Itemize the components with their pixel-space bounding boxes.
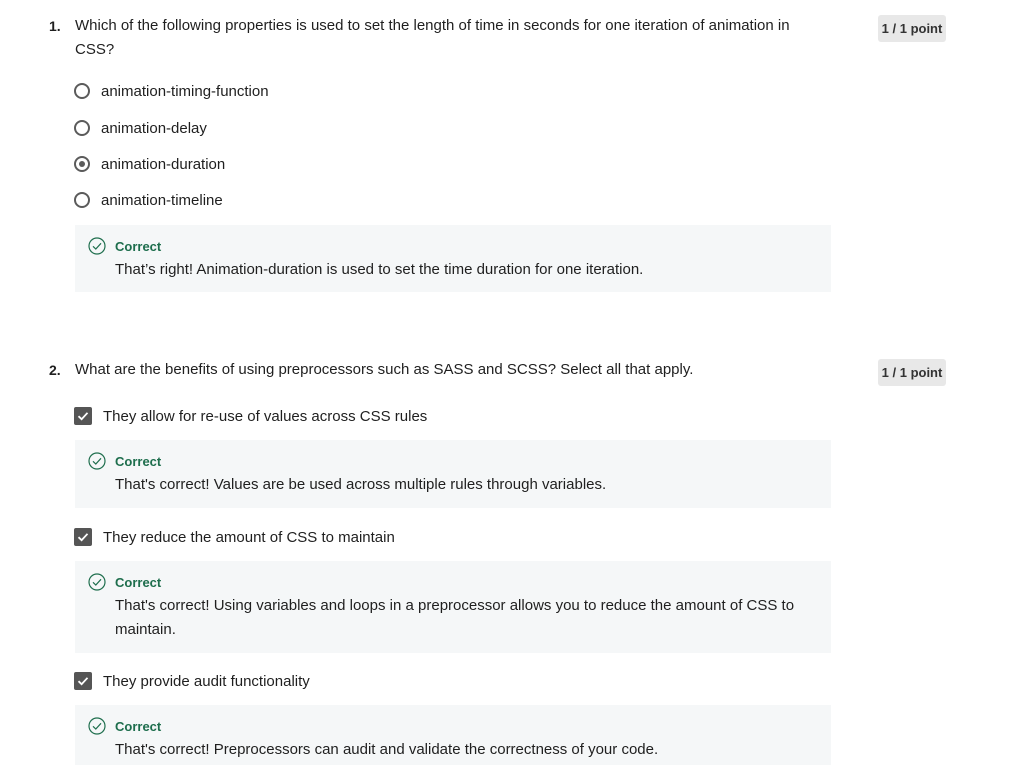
feedback-text: That's correct! Using variables and loop… bbox=[115, 597, 795, 638]
checkmark-icon bbox=[77, 412, 89, 421]
radio-option[interactable]: animation-timing-function bbox=[74, 80, 269, 102]
question-text: Which of the following properties is use… bbox=[75, 17, 790, 58]
checkmark-icon bbox=[77, 533, 89, 542]
question-text: What are the benefits of using preproces… bbox=[75, 361, 694, 378]
feedback-text: That’s right! Animation-duration is used… bbox=[115, 261, 644, 278]
option-label: animation-timing-function bbox=[101, 82, 269, 100]
check-circle-icon bbox=[88, 573, 106, 591]
checkbox-checked[interactable] bbox=[74, 528, 92, 546]
check-circle-icon bbox=[88, 237, 106, 255]
feedback-title: Correct bbox=[115, 575, 162, 590]
question-number: 1. bbox=[49, 18, 61, 34]
option-label: animation-duration bbox=[101, 155, 226, 173]
checkbox-option[interactable]: They reduce the amount of CSS to maintai… bbox=[74, 526, 395, 548]
feedback-panel: Correct That's correct! Values are be us… bbox=[75, 440, 831, 508]
checkbox-option[interactable]: They allow for re-use of values across C… bbox=[74, 405, 427, 427]
radio-button-selected[interactable] bbox=[74, 156, 90, 172]
option-label: They provide audit functionality bbox=[103, 672, 310, 690]
option-label: They reduce the amount of CSS to maintai… bbox=[103, 528, 395, 546]
radio-button[interactable] bbox=[74, 192, 90, 208]
option-label: animation-timeline bbox=[101, 191, 223, 209]
feedback-panel: Correct That’s right! Animation-duration… bbox=[75, 225, 831, 292]
feedback-title: Correct bbox=[115, 239, 162, 254]
points-badge: 1 / 1 point bbox=[878, 15, 946, 42]
feedback-text: That's correct! Values are be used acros… bbox=[115, 476, 607, 493]
question-number: 2. bbox=[49, 362, 61, 378]
feedback-title: Correct bbox=[115, 454, 162, 469]
check-circle-icon bbox=[88, 452, 106, 470]
feedback-title: Correct bbox=[115, 719, 162, 734]
checkmark-icon bbox=[77, 677, 89, 686]
checkbox-option[interactable]: They provide audit functionality bbox=[74, 670, 310, 692]
radio-option[interactable]: animation-duration bbox=[74, 153, 225, 175]
checkbox-checked[interactable] bbox=[74, 407, 92, 425]
points-badge: 1 / 1 point bbox=[878, 359, 946, 386]
feedback-panel: Correct That's correct! Preprocessors ca… bbox=[75, 705, 831, 765]
radio-button[interactable] bbox=[74, 83, 90, 99]
option-label: animation-delay bbox=[101, 119, 207, 137]
feedback-text: That's correct! Preprocessors can audit … bbox=[115, 741, 659, 758]
radio-option[interactable]: animation-delay bbox=[74, 117, 207, 139]
radio-button[interactable] bbox=[74, 120, 90, 136]
option-label: They allow for re-use of values across C… bbox=[103, 407, 428, 425]
feedback-panel: Correct That's correct! Using variables … bbox=[75, 561, 831, 653]
check-circle-icon bbox=[88, 717, 106, 735]
radio-option[interactable]: animation-timeline bbox=[74, 189, 223, 211]
checkbox-checked[interactable] bbox=[74, 672, 92, 690]
